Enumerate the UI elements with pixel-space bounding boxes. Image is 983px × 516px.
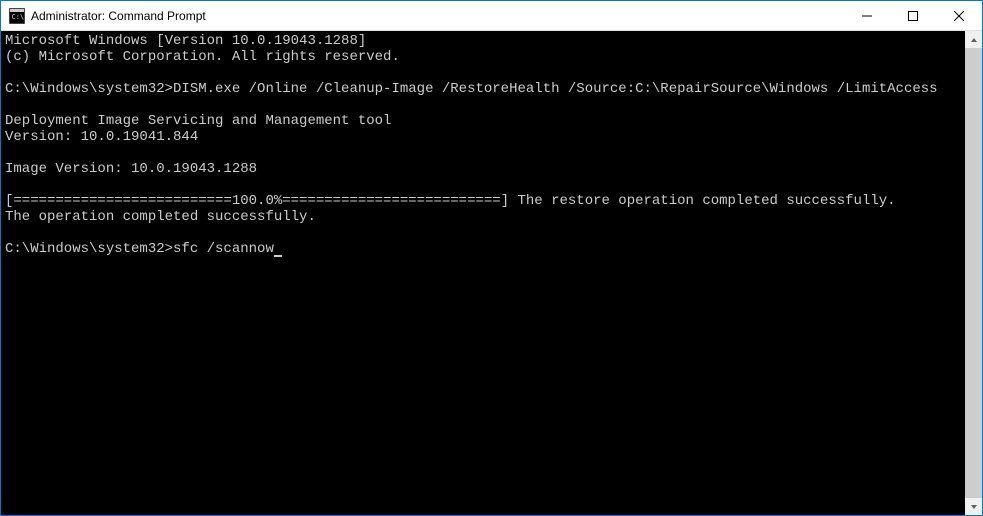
scroll-up-button[interactable] (965, 31, 982, 48)
terminal-output[interactable]: Microsoft Windows [Version 10.0.19043.12… (1, 31, 965, 515)
minimize-button[interactable] (844, 1, 890, 30)
vertical-scrollbar[interactable] (965, 31, 982, 515)
maximize-button[interactable] (890, 1, 936, 30)
cmd-icon: C:\ (9, 8, 25, 24)
svg-text:C:\: C:\ (12, 13, 25, 21)
window-title: Administrator: Command Prompt (31, 9, 844, 23)
command-prompt-window: C:\ Administrator: Command Prompt Micros… (1, 1, 982, 515)
scrollbar-track[interactable] (965, 48, 982, 498)
terminal-area: Microsoft Windows [Version 10.0.19043.12… (1, 31, 982, 515)
scroll-down-button[interactable] (965, 498, 982, 515)
terminal-cursor (274, 255, 282, 257)
scrollbar-thumb[interactable] (965, 48, 982, 498)
close-button[interactable] (936, 1, 982, 30)
window-controls (844, 1, 982, 30)
titlebar: C:\ Administrator: Command Prompt (1, 1, 982, 31)
